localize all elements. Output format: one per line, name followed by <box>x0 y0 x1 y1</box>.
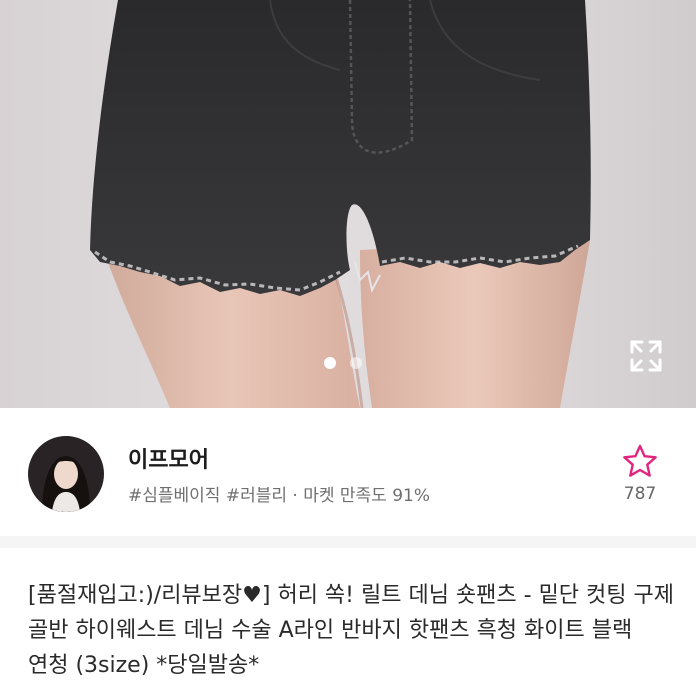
avatar-image <box>28 436 104 512</box>
seller-tags: #심플베이직 #러블리 · 마켓 만족도 91% <box>128 486 431 506</box>
image-dot-2[interactable] <box>350 357 362 369</box>
expand-button[interactable] <box>626 336 666 376</box>
product-title: [품절재입고:)/리뷰보장♥] 허리 쏙! 릴트 데님 숏팬츠 - 밑단 컷팅 … <box>28 583 674 678</box>
product-photo-illustration <box>90 0 591 408</box>
seller-avatar[interactable] <box>28 436 104 512</box>
image-pagination <box>324 357 362 369</box>
star-outline-icon <box>623 444 657 477</box>
section-divider <box>0 536 696 548</box>
image-dot-1[interactable] <box>324 357 336 369</box>
seller-name[interactable]: 이프모어 <box>128 442 209 474</box>
like-button[interactable]: 787 <box>618 442 662 510</box>
seller-section <box>0 408 696 536</box>
like-count: 787 <box>623 484 657 504</box>
expand-icon <box>630 340 662 372</box>
product-image[interactable] <box>0 0 696 408</box>
